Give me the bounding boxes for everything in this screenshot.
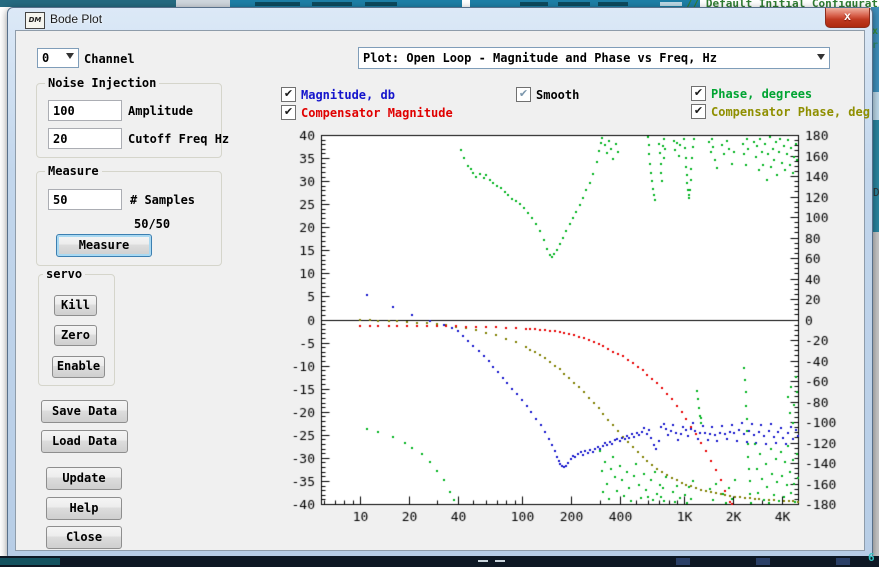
- background-window-strip: [0, 0, 176, 7]
- amplitude-input[interactable]: [48, 100, 122, 121]
- phase-checkbox-label: Phase, degrees: [711, 87, 812, 101]
- noise-injection-title: Noise Injection: [45, 76, 159, 90]
- measure-group: Measure # Samples 50/50 Measure: [36, 171, 222, 266]
- close-button[interactable]: Close: [46, 526, 122, 549]
- background-code-fragment: D: [873, 186, 879, 199]
- compensator-phase-checkbox[interactable]: ✔: [691, 104, 706, 119]
- channel-select[interactable]: 0: [37, 48, 79, 68]
- background-code-fragment: 6: [868, 551, 875, 564]
- num-samples-input[interactable]: [48, 189, 122, 210]
- zero-button[interactable]: Zero: [54, 325, 97, 346]
- dialog-client-area: 0 Channel Plot: Open Loop - Magnitude an…: [15, 30, 865, 551]
- num-samples-label: # Samples: [130, 193, 195, 207]
- update-button[interactable]: Update: [46, 467, 122, 490]
- cutoff-freq-input[interactable]: [48, 128, 122, 149]
- magnitude-checkbox[interactable]: ✔: [281, 87, 296, 102]
- app-icon: DM: [25, 12, 45, 29]
- cutoff-freq-label: Cutoff Freq Hz: [128, 132, 229, 146]
- desktop: // Default Initial Configurati x r D DM …: [0, 0, 879, 567]
- plot-type-value: Plot: Open Loop - Magnitude and Phase vs…: [363, 51, 717, 65]
- smooth-checkbox[interactable]: ✔: [516, 87, 531, 102]
- chevron-down-icon: [66, 53, 74, 59]
- phase-checkbox[interactable]: ✔: [691, 86, 706, 101]
- background-strip: [176, 0, 230, 7]
- sample-progress: 50/50: [134, 217, 170, 231]
- magnitude-checkbox-label: Magnitude, db: [301, 88, 395, 102]
- bode-plot-window: DM Bode Plot x 0 Channel Plot: Open Loop…: [7, 7, 873, 558]
- load-data-button[interactable]: Load Data: [41, 430, 128, 453]
- servo-title: servo: [43, 267, 85, 281]
- save-data-button[interactable]: Save Data: [41, 400, 128, 423]
- amplitude-label: Amplitude: [128, 104, 193, 118]
- enable-button[interactable]: Enable: [52, 356, 105, 378]
- measure-title: Measure: [45, 164, 102, 178]
- plot-type-select[interactable]: Plot: Open Loop - Magnitude and Phase vs…: [358, 47, 830, 69]
- measure-button[interactable]: Measure: [56, 234, 152, 257]
- help-button[interactable]: Help: [46, 497, 122, 520]
- taskbar-strip: [0, 556, 879, 567]
- kill-button[interactable]: Kill: [54, 295, 97, 316]
- title-bar[interactable]: DM Bode Plot x: [8, 8, 872, 31]
- chevron-down-icon: [817, 54, 825, 60]
- window-title: Bode Plot: [50, 12, 102, 26]
- channel-value: 0: [42, 51, 49, 65]
- compensator-phase-checkbox-label: Compensator Phase, deg: [711, 105, 870, 119]
- compensator-magnitude-checkbox[interactable]: ✔: [281, 105, 296, 120]
- bode-plot-canvas: [276, 127, 850, 527]
- servo-group: servo Kill Zero Enable: [38, 274, 115, 386]
- noise-injection-group: Noise Injection Amplitude Cutoff Freq Hz: [36, 83, 222, 158]
- compensator-magnitude-checkbox-label: Compensator Magnitude: [301, 106, 453, 120]
- channel-label: Channel: [84, 52, 135, 66]
- smooth-checkbox-label: Smooth: [536, 88, 579, 102]
- window-close-button[interactable]: x: [825, 8, 870, 28]
